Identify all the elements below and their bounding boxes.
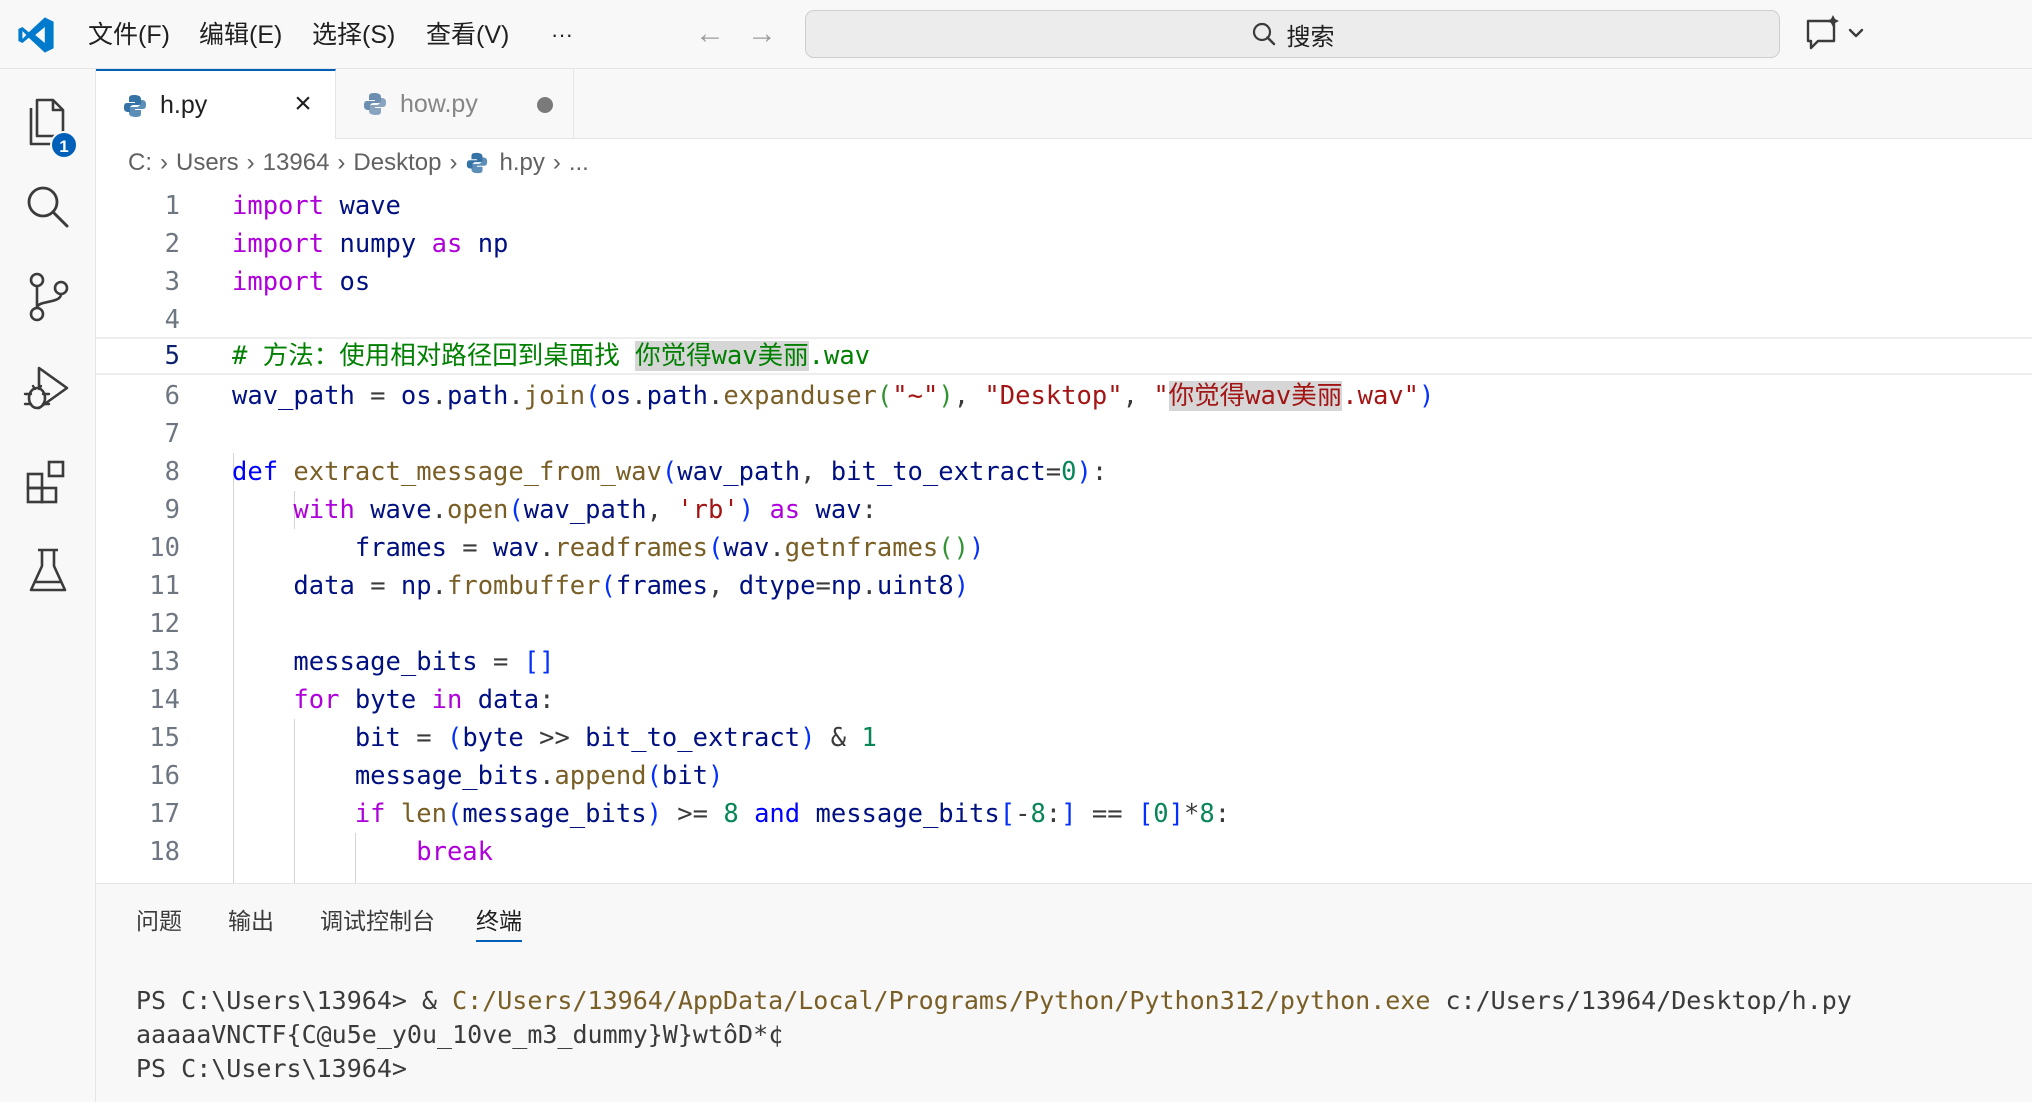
command-center-search[interactable]: 搜索 xyxy=(805,10,1780,58)
chevron-right-icon: › xyxy=(160,149,168,176)
run-debug-icon[interactable] xyxy=(0,347,96,431)
line-number: 16 xyxy=(149,761,180,791)
code-line: 17 if len(message_bits) >= 8 and message… xyxy=(96,795,2032,833)
line-number: 3 xyxy=(164,267,180,297)
code-editor[interactable]: 1 import wave 2 import numpy as np 3 import… xyxy=(96,187,2032,883)
search-sidebar-icon[interactable] xyxy=(0,165,96,249)
menu-more[interactable]: ··· xyxy=(549,17,575,53)
line-number: 4 xyxy=(164,305,180,335)
line-number: 15 xyxy=(149,723,180,753)
terminal-script-arg: c:/Users/13964/Desktop/h.py xyxy=(1430,986,1852,1015)
line-number: 9 xyxy=(164,495,180,525)
terminal-prompt: PS C:\Users\13964> & xyxy=(136,986,453,1015)
chevron-right-icon: › xyxy=(337,149,346,176)
code-line: 4 xyxy=(96,301,2032,339)
chevron-right-icon: › xyxy=(449,149,458,176)
python-file-icon xyxy=(467,152,488,174)
panel-tab-debug-console[interactable]: 调试控制台 xyxy=(320,902,435,942)
breadcrumb-symbols[interactable]: ... xyxy=(569,149,589,177)
python-file-icon xyxy=(124,94,146,117)
line-number: 1 xyxy=(164,191,180,221)
breadcrumb-file[interactable]: h.py xyxy=(465,149,545,177)
code-line: 13 message_bits = [] xyxy=(96,643,2032,681)
code-line-current: 5 # 方法：使用相对路径回到桌面找 你觉得wav美丽.wav xyxy=(96,337,2032,375)
menu-view[interactable]: 查看(V) xyxy=(424,17,511,53)
panel-tab-terminal[interactable]: 终端 xyxy=(476,902,522,942)
explorer-files-icon[interactable]: 1 xyxy=(0,81,96,165)
panel-tab-problems[interactable]: 问题 xyxy=(136,902,182,942)
unsaved-dot-icon[interactable] xyxy=(537,97,553,113)
code-line: 8 def extract_message_from_wav(wav_path, … xyxy=(96,453,2032,491)
line-number: 14 xyxy=(149,685,180,715)
breadcrumb: C: › Users › 13964 › Desktop › h.py › ..… xyxy=(96,139,2032,187)
code-line: 7 xyxy=(96,415,2032,453)
panel-tab-output[interactable]: 输出 xyxy=(228,902,274,942)
source-control-icon[interactable] xyxy=(0,255,96,339)
tab-label-how-py: how.py xyxy=(400,89,478,118)
line-number: 17 xyxy=(149,799,180,829)
code-line: 10 frames = wav.readframes(wav.getnframe… xyxy=(96,529,2032,567)
tab-h-py[interactable]: h.py × xyxy=(96,69,336,140)
terminal-python-path: C:/Users/13964/AppData/Local/Programs/Py… xyxy=(452,986,1431,1015)
code-line: 11 data = np.frombuffer(frames, dtype=np… xyxy=(96,567,2032,605)
python-file-icon xyxy=(364,93,386,115)
breadcrumb-file-label: h.py xyxy=(499,149,545,176)
vscode-logo-icon[interactable] xyxy=(16,15,56,55)
code-line: 16 message_bits.append(bit) xyxy=(96,757,2032,795)
breadcrumb-desktop[interactable]: Desktop xyxy=(353,149,441,177)
tab-label-h-py: h.py xyxy=(160,91,208,119)
editor-tab-bar: h.py × how.py xyxy=(96,69,2032,140)
breadcrumb-drive[interactable]: C: xyxy=(128,149,152,177)
terminal-command-line[interactable]: PS C:\Users\13964> & C:/Users/13964/AppD… xyxy=(136,984,1852,1018)
line-number: 5 xyxy=(164,341,180,371)
line-number: 18 xyxy=(149,837,180,867)
menu-file[interactable]: 文件(F) xyxy=(86,17,172,53)
title-bar: 文件(F) 编辑(E) 选择(S) 查看(V) ··· ← → 搜索 xyxy=(0,0,2032,69)
chevron-right-icon: › xyxy=(552,149,561,176)
activity-bar: 1 xyxy=(0,69,96,1102)
menu-selection[interactable]: 选择(S) xyxy=(310,17,397,53)
breadcrumb-users[interactable]: Users xyxy=(176,149,239,177)
code-line: 9 with wave.open(wav_path, 'rb') as wav: xyxy=(96,491,2032,529)
code-line: 1 import wave xyxy=(96,187,2032,225)
forward-arrow-icon[interactable]: → xyxy=(742,14,782,54)
code-line: 2 import numpy as np xyxy=(96,225,2032,263)
line-number: 7 xyxy=(164,419,180,449)
line-number: 12 xyxy=(149,609,180,639)
code-line: 18 break xyxy=(96,833,2032,871)
line-number: 8 xyxy=(164,457,180,487)
search-icon xyxy=(1252,22,1275,46)
close-icon[interactable]: × xyxy=(287,89,319,121)
code-line: 3 import os xyxy=(96,263,2032,301)
line-number: 11 xyxy=(149,571,180,601)
back-arrow-icon[interactable]: ← xyxy=(690,14,730,54)
menu-edit[interactable]: 编辑(E) xyxy=(197,17,284,53)
terminal-output-line: aaaaaVNCTF{C@u5e_y0u_10ve_m3_dummy}W}wtô… xyxy=(136,1020,784,1049)
tab-how-py[interactable]: how.py xyxy=(336,69,574,139)
line-number: 13 xyxy=(149,647,180,677)
terminal-prompt-line[interactable]: PS C:\Users\13964> xyxy=(136,1052,407,1086)
testing-flask-icon[interactable] xyxy=(0,529,96,613)
code-line: 6 wav_path = os.path.join(os.path.expandu… xyxy=(96,377,2032,415)
code-line: 15 bit = (byte >> bit_to_extract) & 1 xyxy=(96,719,2032,757)
line-number: 2 xyxy=(164,229,180,259)
explorer-badge: 1 xyxy=(50,131,78,159)
line-number: 10 xyxy=(149,533,180,563)
line-number: 6 xyxy=(164,381,180,411)
bottom-panel: 问题 输出 调试控制台 终端 PS C:\Users\13964> & C:/U… xyxy=(96,883,2032,1102)
chevron-right-icon: › xyxy=(246,149,255,176)
code-line: 14 for byte in data: xyxy=(96,681,2032,719)
copilot-chat-icon[interactable] xyxy=(1800,13,1870,55)
search-label: 搜索 xyxy=(1286,23,1335,51)
extensions-icon[interactable] xyxy=(0,439,96,523)
code-line: 12 xyxy=(96,605,2032,643)
breadcrumb-user-folder[interactable]: 13964 xyxy=(263,149,330,177)
